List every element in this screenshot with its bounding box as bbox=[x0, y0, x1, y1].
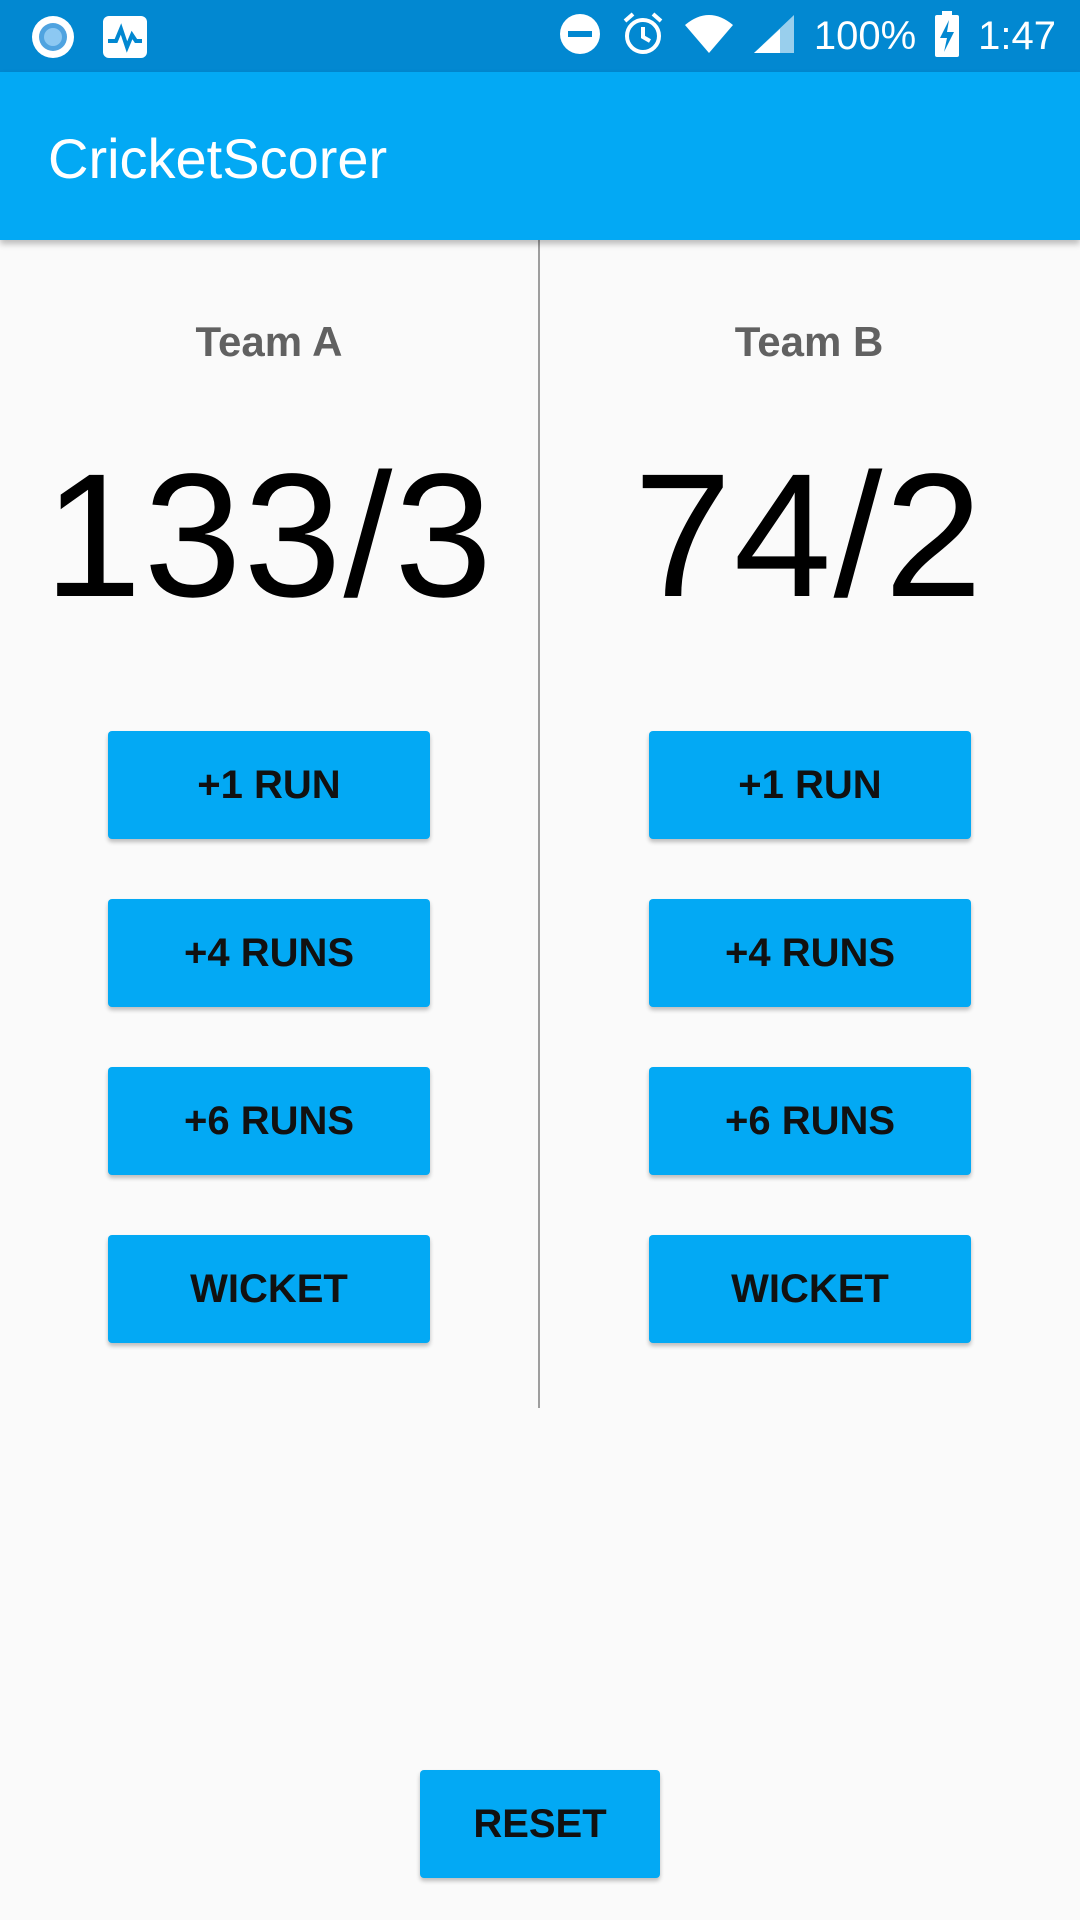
pulse-icon bbox=[102, 15, 148, 64]
team-a-wicket-button[interactable]: WICKET bbox=[108, 1235, 430, 1343]
team-a-name: Team A bbox=[195, 318, 343, 365]
team-b-plus-four-runs-button[interactable]: +4 RUNS bbox=[649, 899, 971, 1007]
team-b-name: Team B bbox=[734, 318, 884, 365]
team-b-wicket-button[interactable]: WICKET bbox=[649, 1235, 971, 1343]
team-divider bbox=[538, 240, 540, 1408]
team-a-plus-four-runs-button[interactable]: +4 RUNS bbox=[108, 899, 430, 1007]
battery-percent: 100% bbox=[813, 13, 917, 58]
team-b-score: 74/2 bbox=[633, 438, 985, 634]
status-bar: 100% 1:47 bbox=[0, 0, 1080, 72]
reset-button[interactable]: RESET bbox=[420, 1770, 660, 1878]
team-b-plus-six-runs-button[interactable]: +6 RUNS bbox=[649, 1067, 971, 1175]
team-a-plus-one-run-button[interactable]: +1 RUN bbox=[108, 731, 430, 839]
alarm-icon bbox=[620, 11, 666, 62]
do-not-disturb-icon bbox=[558, 12, 602, 61]
signal-icon bbox=[752, 13, 796, 60]
app-circle-icon bbox=[30, 14, 76, 65]
battery-charging-icon bbox=[934, 10, 960, 62]
team-a-plus-six-runs-button[interactable]: +6 RUNS bbox=[108, 1067, 430, 1175]
app-title: CricketScorer bbox=[48, 127, 388, 190]
wifi-icon bbox=[684, 13, 734, 60]
clock: 1:47 bbox=[978, 13, 1056, 58]
team-b-plus-one-run-button[interactable]: +1 RUN bbox=[649, 731, 971, 839]
app-bar: CricketScorer bbox=[0, 72, 1080, 240]
team-a-score: 133/3 bbox=[43, 438, 495, 634]
